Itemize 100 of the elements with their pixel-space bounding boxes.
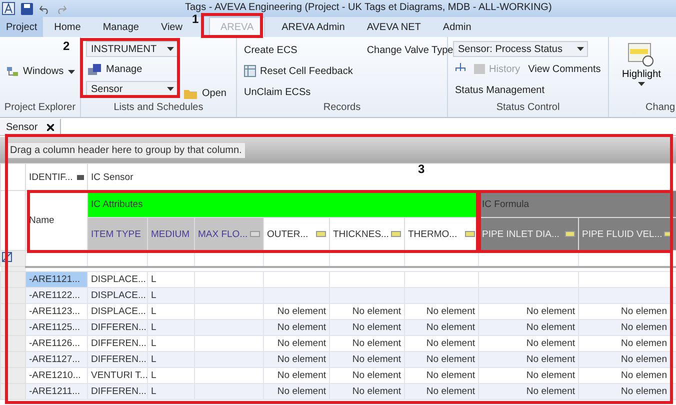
app-icon xyxy=(2,2,15,15)
column-option-icon xyxy=(565,231,575,237)
table-cell: No element xyxy=(478,319,578,335)
ribbon-tab[interactable]: Home xyxy=(43,17,92,37)
caret-icon xyxy=(68,70,75,74)
column-header[interactable]: ITEM TYPE xyxy=(88,218,148,250)
caret-icon xyxy=(577,47,584,51)
annotation-number: 3 xyxy=(418,163,425,175)
annotation-number: 2 xyxy=(63,40,70,52)
table-cell: No element xyxy=(478,303,578,319)
window-title: Tags - AVEVA Engineering (Project - UK Tags et Diagrams, MDB - ALL-WORKING) xyxy=(185,2,552,13)
ribbon-tab[interactable]: AVEVA NET xyxy=(356,17,432,37)
column-header[interactable]: THICKNES... xyxy=(330,218,404,250)
group-label: Records xyxy=(322,102,362,115)
column-header[interactable]: OUTER... xyxy=(264,218,330,250)
table-cell: No elemen xyxy=(578,351,676,367)
column-option-icon xyxy=(250,231,260,237)
status-dropdown[interactable]: Sensor: Process Status xyxy=(453,41,588,57)
table-icon xyxy=(244,65,256,77)
folder-icon xyxy=(184,88,198,98)
manage-button[interactable]: Manage xyxy=(86,60,178,78)
ribbon-tab[interactable]: Admin xyxy=(432,17,482,37)
table-cell: No element xyxy=(404,335,478,351)
table-cell: No elemen xyxy=(578,319,676,335)
reset-cell-feedback-button[interactable]: Reset Cell Feedback xyxy=(242,62,355,80)
annotation-number: 1 xyxy=(192,13,199,25)
windows-button[interactable]: Windows xyxy=(5,62,77,80)
redo-icon xyxy=(56,4,67,14)
table-cell: DIFFEREN... xyxy=(88,351,148,367)
change-valve-type-button[interactable]: Change Valve Type xyxy=(364,41,456,59)
ribbon-tab[interactable]: Project xyxy=(0,17,44,37)
table-cell: No element xyxy=(330,383,404,399)
column-option-icon xyxy=(664,231,673,237)
table-cell: No element xyxy=(404,383,478,399)
view-comments-button[interactable]: View Comments xyxy=(526,60,603,78)
column-header[interactable]: THERMO... xyxy=(404,218,478,250)
table-cell: No element xyxy=(478,383,578,399)
table-cell: L xyxy=(148,335,194,351)
table-cell: No elemen xyxy=(578,383,676,399)
table-cell: L xyxy=(148,287,194,303)
column-option-icon xyxy=(316,231,326,237)
table-cell: No element xyxy=(264,319,330,335)
calendar-icon xyxy=(474,64,485,74)
table-cell: L xyxy=(148,319,194,335)
status-management-button[interactable]: Status Management xyxy=(453,81,603,99)
table-cell: No element xyxy=(404,351,478,367)
column-header[interactable]: MEDIUM xyxy=(148,218,194,250)
close-icon xyxy=(46,124,54,130)
table-cell: -ARE1210... xyxy=(26,367,88,383)
table-cell: No element xyxy=(264,383,330,399)
unclaim-ecss-button[interactable]: UnClaim ECSs xyxy=(242,83,355,101)
table-cell: DIFFEREN... xyxy=(88,335,148,351)
column-option-icon xyxy=(391,231,401,237)
highlight-button[interactable]: Highlight xyxy=(614,41,669,102)
table-cell: No element xyxy=(264,335,330,351)
table-cell: No element xyxy=(478,367,578,383)
table-cell: No elemen xyxy=(578,335,676,351)
table-cell: No element xyxy=(478,335,578,351)
create-ecs-button[interactable]: Create ECS xyxy=(242,41,355,59)
table-cell: No element xyxy=(264,351,330,367)
highlight-frame xyxy=(201,13,263,38)
table-cell: No element xyxy=(330,367,404,383)
ribbon-tab[interactable]: View xyxy=(150,17,194,37)
caret-icon xyxy=(167,87,174,91)
table-cell: -ARE1127... xyxy=(26,351,88,367)
table-cell: -ARE1121... xyxy=(26,271,88,287)
group-label: Project Explorer xyxy=(3,102,77,115)
undo-icon xyxy=(39,4,50,14)
group-label: Status Control xyxy=(495,102,561,115)
table-cell: -ARE1211... xyxy=(26,383,88,399)
table-cell: -ARE1125... xyxy=(26,319,88,335)
open-button[interactable]: Open xyxy=(182,84,228,102)
table-cell: No element xyxy=(264,303,330,319)
column-header[interactable]: MAX FLO... xyxy=(194,218,264,250)
table-cell: No element xyxy=(404,367,478,383)
column-header[interactable]: IDENTIF... xyxy=(26,164,88,190)
table-cell: -ARE1122... xyxy=(26,287,88,303)
table-cell: DISPLACE... xyxy=(88,271,148,287)
group-label: Lists and Schedules xyxy=(112,102,204,115)
ribbon-tab[interactable]: Manage xyxy=(92,17,150,37)
highlight-table-icon xyxy=(628,43,654,67)
document-tab[interactable]: Sensor xyxy=(0,119,61,135)
group-label: Chang xyxy=(644,102,676,115)
table-cell: L xyxy=(148,271,194,287)
table-cell: No elemen xyxy=(578,303,676,319)
table-cell: -ARE1126... xyxy=(26,335,88,351)
table-cell: No element xyxy=(264,367,330,383)
table-cell: No element xyxy=(330,351,404,367)
table-cell: No element xyxy=(478,351,578,367)
manage-icon xyxy=(88,64,102,74)
table-cell: DISPLACE... xyxy=(88,287,148,303)
table-cell: No element xyxy=(330,319,404,335)
list-dropdown[interactable]: INSTRUMENT xyxy=(86,41,178,57)
table-cell: L xyxy=(148,367,194,383)
table-cell: No elemen xyxy=(578,367,676,383)
table-cell: L xyxy=(148,303,194,319)
table-cell: No element xyxy=(330,303,404,319)
table-cell: -ARE1123... xyxy=(26,303,88,319)
table-cell: No element xyxy=(404,303,478,319)
ribbon-tab[interactable]: AREVA Admin xyxy=(270,17,356,37)
